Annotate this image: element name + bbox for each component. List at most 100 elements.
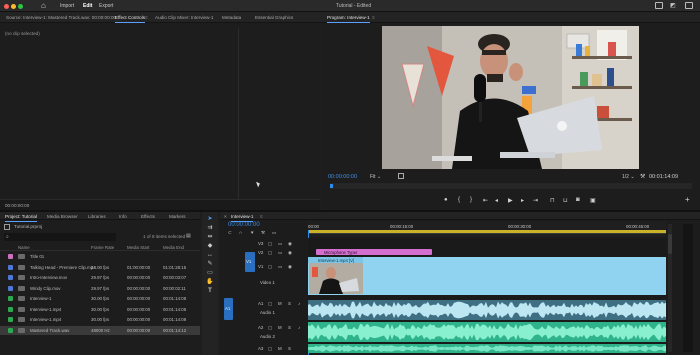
eye-icon[interactable]: ◉ [288, 264, 292, 270]
microphone-icon[interactable]: ♪ [298, 301, 300, 306]
nav-import[interactable]: Import [60, 3, 74, 9]
project-search-input[interactable]: ⌕ [4, 233, 116, 241]
tab-essential-graphics[interactable]: Essential Graphics [255, 15, 293, 20]
tab-sequence[interactable]: Interview-1 [231, 214, 254, 222]
lock-icon[interactable]: ▢ [268, 325, 272, 331]
audio-clip-a1[interactable] [308, 300, 666, 320]
step-back-icon[interactable]: ◂ [495, 197, 498, 204]
razor-tool-icon[interactable]: ◆ [206, 243, 214, 250]
track-v3-label[interactable]: V3 [258, 241, 263, 246]
sync-icon[interactable]: ▭ [278, 241, 282, 247]
col-media-end[interactable]: Media End [163, 245, 184, 250]
extract-icon[interactable]: ⊔ [563, 197, 568, 204]
col-frame-rate[interactable]: Frame Rate [91, 245, 114, 250]
mute-button[interactable]: M [278, 325, 282, 330]
label-color-swatch[interactable] [8, 296, 13, 301]
lock-icon[interactable]: ▢ [268, 250, 272, 256]
menu-icon[interactable]: ≡ [145, 15, 148, 20]
tab-media-browser[interactable]: Media Browser [47, 214, 78, 219]
playhead-indicator[interactable] [330, 184, 333, 188]
project-item[interactable]: Title 01 [0, 252, 200, 262]
notifications-icon[interactable]: ◩ [670, 2, 676, 9]
selection-tool-icon[interactable]: ➤ [206, 216, 214, 223]
close-sequence-icon[interactable]: × [224, 214, 227, 219]
scroll-thumb[interactable] [668, 234, 672, 254]
tab-effect-controls[interactable]: Effect Controls [115, 15, 146, 23]
timeline-ruler[interactable]: 00:00 00:00:15:00 00:00:30:00 00:00:45:0… [308, 221, 666, 237]
type-tool-icon[interactable]: T [206, 288, 214, 295]
tab-project[interactable]: Project: Tutorial [5, 214, 37, 222]
link-icon[interactable]: ∩ [239, 230, 242, 235]
eye-icon[interactable]: ◉ [288, 250, 292, 256]
hand-tool-icon[interactable]: ✋ [206, 279, 214, 286]
project-item[interactable]: Interview-1.mp4 30.00 fps 00:00:00:00 00:01… [0, 315, 200, 325]
project-item[interactable]: Mastered Track.wav 48000 Hz 00:00:00:00 00:… [0, 325, 200, 335]
wrench-icon[interactable]: ⚒ [640, 173, 645, 180]
wrench-icon[interactable]: ⚒ [261, 230, 265, 236]
label-color-swatch[interactable] [8, 264, 13, 270]
source-patch-v1[interactable]: V1 [245, 252, 255, 272]
tab-info[interactable]: Info [119, 214, 127, 219]
project-item[interactable]: Talking Head - Premiere Clip.mp4 24.00 fp… [0, 263, 200, 273]
vertical-zoom-scrollbar[interactable] [668, 224, 672, 352]
project-item[interactable]: Intro-Interview.mov 29.97 fps 00:00:00:00 0… [0, 273, 200, 283]
label-color-swatch[interactable] [8, 285, 13, 291]
marker-icon[interactable]: ▼ [250, 230, 254, 235]
track-a2-label[interactable]: A2 [258, 325, 263, 330]
project-item[interactable]: Interview-1.mp4 30.00 fps 00:00:00:00 00:01… [0, 305, 200, 315]
tab-source[interactable]: Source: Interview-1: Mastered Track.wav:… [6, 15, 116, 20]
play-button[interactable]: ▶ [508, 197, 513, 204]
fit-dropdown[interactable]: Fit ⌄ [370, 174, 381, 180]
project-item[interactable]: Windy Clip.mov 29.97 fps 00:00:00:00 00:00:… [0, 284, 200, 294]
settings-icon[interactable] [398, 173, 404, 179]
mark-out-icon[interactable]: } [470, 197, 472, 203]
track-a3-label[interactable]: A3 [258, 346, 263, 351]
video-clip[interactable]: Interview-1.mp4 [V] [308, 257, 666, 295]
track-select-tool-icon[interactable]: ⇉ [206, 225, 214, 232]
lock-icon[interactable]: ▢ [268, 301, 272, 307]
menu-icon[interactable]: ≡ [372, 15, 375, 20]
home-icon[interactable]: ⌂ [41, 1, 49, 10]
ripple-edit-tool-icon[interactable]: ⇹ [206, 234, 214, 241]
program-timecode[interactable]: 00:00:00:00 [328, 174, 357, 180]
fullscreen-icon[interactable] [685, 2, 693, 9]
sync-icon[interactable]: ▭ [278, 250, 282, 256]
add-button-icon[interactable]: + [685, 195, 690, 204]
program-scrub-bar[interactable] [330, 183, 692, 189]
col-media-start[interactable]: Media Start [127, 245, 149, 250]
snap-icon[interactable]: ⊂ [228, 230, 232, 236]
mark-in-icon[interactable]: { [458, 197, 460, 203]
nav-export[interactable]: Export [99, 3, 113, 9]
tab-markers[interactable]: Markers [169, 214, 186, 219]
go-to-out-icon[interactable]: ⇥ [533, 197, 538, 204]
track-v1-label[interactable]: V1 [258, 264, 263, 269]
go-to-in-icon[interactable]: ⇤ [483, 197, 488, 204]
lock-icon[interactable]: ▢ [268, 346, 272, 352]
source-patch-a1[interactable]: A1 [224, 298, 233, 320]
timeline-timecode[interactable]: 00:00:00:00 [228, 222, 260, 228]
graphic-clip[interactable]: Microphone Typer [316, 249, 432, 255]
lock-icon[interactable]: ▢ [268, 264, 272, 270]
track-v2-label[interactable]: V2 [258, 250, 263, 255]
solo-button[interactable]: S [288, 346, 291, 351]
track-a1-label[interactable]: A1 [258, 301, 263, 306]
label-color-swatch[interactable] [8, 327, 13, 333]
eye-icon[interactable]: ◉ [288, 241, 292, 247]
label-color-swatch[interactable] [8, 254, 13, 259]
slip-tool-icon[interactable]: ↔ [206, 252, 214, 259]
nav-edit[interactable]: Edit [83, 3, 92, 9]
tab-effects[interactable]: Effects [141, 214, 155, 219]
lock-icon[interactable]: ▢ [268, 241, 272, 247]
audio-clip-a2[interactable] [308, 322, 666, 342]
microphone-icon[interactable]: ♪ [298, 325, 300, 330]
mute-button[interactable]: M [278, 301, 282, 306]
solo-button[interactable]: S [288, 325, 291, 330]
label-color-swatch[interactable] [8, 275, 13, 280]
workspace-icon[interactable] [655, 2, 663, 9]
quality-dropdown[interactable]: 1/2 ⌄ [622, 174, 635, 180]
solo-button[interactable]: S [288, 301, 291, 306]
rectangle-tool-icon[interactable]: ▭ [206, 270, 214, 277]
label-color-swatch[interactable] [8, 317, 13, 322]
tab-metadata[interactable]: Metadata [222, 15, 241, 20]
step-forward-icon[interactable]: ▸ [521, 197, 524, 204]
